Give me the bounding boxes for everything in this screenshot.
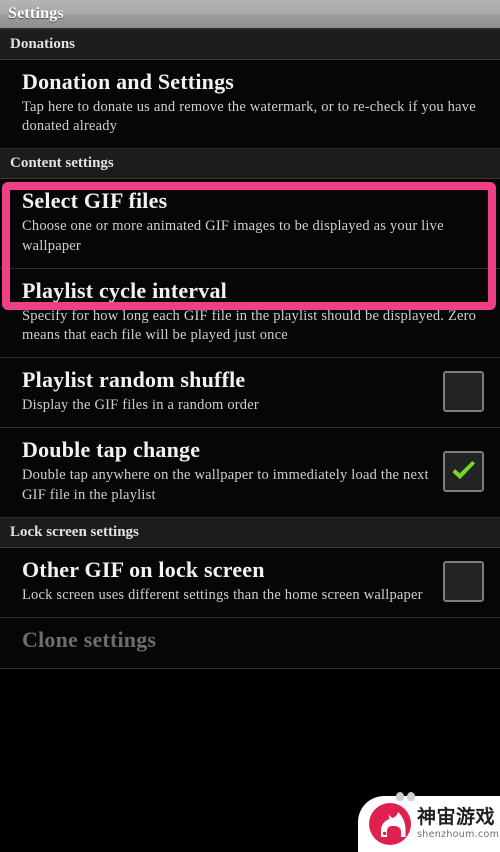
pref-title: Donation and Settings [22, 69, 235, 94]
settings-screen: Settings Donations Donation and Settings… [0, 0, 500, 852]
checkbox-other-gif-on-lock-screen[interactable] [443, 560, 484, 602]
section-header-donations: Donations [0, 30, 500, 60]
pref-text-block: Playlist cycle interval Specify for how … [22, 277, 484, 345]
section-header-content-settings: Content settings [0, 149, 500, 180]
pref-title: Double tap change [22, 437, 201, 463]
pref-title: Playlist random shuffle [22, 367, 246, 393]
checkbox-playlist-random-shuffle[interactable] [443, 371, 484, 413]
checkbox-double-tap-change[interactable] [443, 451, 484, 493]
pref-text-block: Clone settings [22, 626, 484, 656]
section-header-label: Content settings [10, 155, 114, 172]
pref-title: Playlist cycle interval [22, 277, 227, 303]
pref-row-other-gif-on-lock-screen[interactable]: Other GIF on lock screen Lock screen use… [0, 547, 500, 618]
pref-summary: Lock screen uses different settings than… [22, 586, 423, 603]
pref-summary: Double tap anywhere on the wallpaper to … [22, 467, 429, 503]
watermark-text-block: 神宙游戏 shenzhoum.com [417, 808, 499, 840]
pref-row-clone-settings[interactable]: Clone settings [0, 617, 500, 669]
pref-row-double-tap-change[interactable]: Double tap change Double tap anywhere on… [0, 428, 500, 518]
pref-row-playlist-cycle-interval[interactable]: Playlist cycle interval Specify for how … [0, 268, 500, 359]
pref-title: Select GIF files [22, 188, 168, 214]
pref-text-block: Donation and Settings Tap here to donate… [22, 69, 484, 136]
pref-summary: Specify for how long each GIF file in th… [22, 307, 477, 343]
watermark-badge: 神宙游戏 shenzhoum.com [358, 792, 500, 852]
pref-row-playlist-random-shuffle[interactable]: Playlist random shuffle Display the GIF … [0, 358, 500, 429]
pref-summary: Choose one or more animated GIF images t… [22, 218, 444, 254]
pref-row-select-gif-files[interactable]: Select GIF files Choose one or more anim… [0, 179, 500, 269]
pref-text-block: Other GIF on lock screen Lock screen use… [22, 556, 429, 605]
pref-text-block: Select GIF files Choose one or more anim… [22, 189, 484, 255]
pref-summary: Tap here to donate us and remove the wat… [22, 98, 476, 135]
section-header-label: Lock screen settings [10, 523, 139, 540]
unicorn-ears-decoration [396, 792, 418, 802]
checkmark-icon [452, 460, 475, 479]
page-title: Settings [8, 5, 64, 22]
pref-text-block: Double tap change Double tap anywhere on… [22, 438, 429, 504]
pref-row-donation-and-settings[interactable]: Donation and Settings Tap here to donate… [0, 60, 500, 150]
section-header-lock-screen-settings: Lock screen settings [0, 517, 500, 548]
unicorn-logo-icon [368, 792, 415, 846]
title-bar: Settings [0, 0, 500, 30]
pref-title: Other GIF on lock screen [22, 556, 265, 582]
watermark-url: shenzhoum.com [417, 829, 500, 841]
pref-summary: Display the GIF files in a random order [22, 397, 259, 414]
watermark-brand-name: 神宙游戏 [417, 806, 496, 829]
pref-text-block: Playlist random shuffle Display the GIF … [22, 368, 429, 415]
section-header-label: Donations [10, 36, 76, 52]
pref-title: Clone settings [22, 626, 157, 652]
